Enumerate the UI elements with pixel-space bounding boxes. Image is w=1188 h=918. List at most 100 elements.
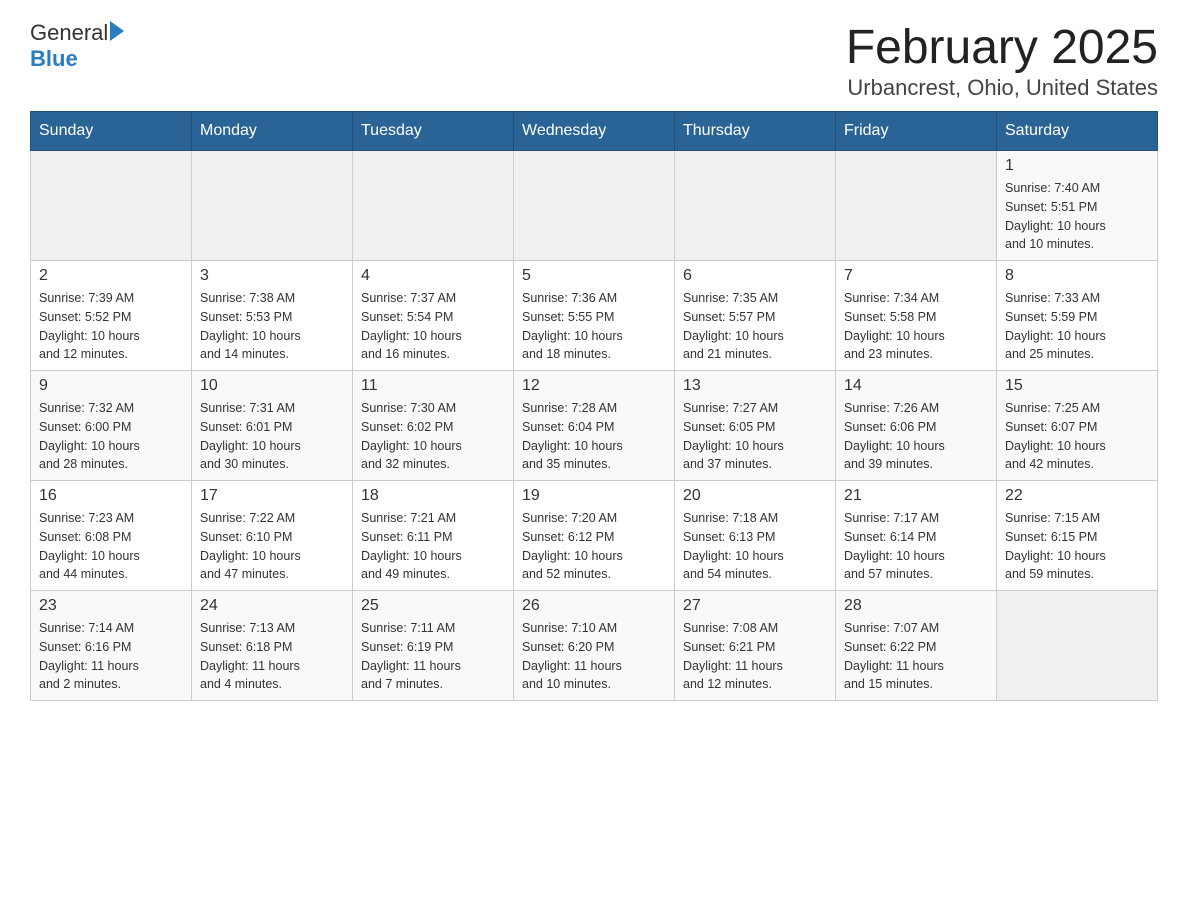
calendar-day-cell: 9 Sunrise: 7:32 AM Sunset: 6:00 PM Daylig… xyxy=(31,371,192,481)
day-number: 26 xyxy=(522,597,666,615)
title-block: February 2025 Urbancrest, Ohio, United S… xyxy=(846,20,1158,101)
calendar-day-cell: 20 Sunrise: 7:18 AM Sunset: 6:13 PM Dayli… xyxy=(675,481,836,591)
day-number: 8 xyxy=(1005,267,1149,285)
weekday-header-saturday: Saturday xyxy=(997,112,1158,151)
calendar-day-cell: 22Sunrise: 7:15 AM Sunset: 6:15 PM Dayli… xyxy=(997,481,1158,591)
day-number: 19 xyxy=(522,487,666,505)
calendar-day-cell: 6 Sunrise: 7:35 AM Sunset: 5:57 PM Daylig… xyxy=(675,261,836,371)
day-info: Sunrise: 7:23 AM Sunset: 6:08 PM Dayligh… xyxy=(39,509,183,584)
day-number: 25 xyxy=(361,597,505,615)
page-header: General Blue February 2025 Urbancrest, O… xyxy=(30,20,1158,101)
day-info: Sunrise: 7:25 AM Sunset: 6:07 PM Dayligh… xyxy=(1005,399,1149,474)
day-info: Sunrise: 7:10 AM Sunset: 6:20 PM Dayligh… xyxy=(522,619,666,694)
day-info: Sunrise: 7:13 AM Sunset: 6:18 PM Dayligh… xyxy=(200,619,344,694)
day-info: Sunrise: 7:15 AM Sunset: 6:15 PM Dayligh… xyxy=(1005,509,1149,584)
calendar-day-cell: 15 Sunrise: 7:25 AM Sunset: 6:07 PM Dayli… xyxy=(997,371,1158,481)
day-number: 28 xyxy=(844,597,988,615)
calendar-week-row: 23Sunrise: 7:14 AM Sunset: 6:16 PM Dayli… xyxy=(31,591,1158,701)
calendar-day-cell: 21 Sunrise: 7:17 AM Sunset: 6:14 PM Dayli… xyxy=(836,481,997,591)
day-number: 17 xyxy=(200,487,344,505)
calendar-week-row: 1 Sunrise: 7:40 AM Sunset: 5:51 PM Daylig… xyxy=(31,151,1158,261)
day-info: Sunrise: 7:31 AM Sunset: 6:01 PM Dayligh… xyxy=(200,399,344,474)
logo: General Blue xyxy=(30,20,124,72)
logo-blue-text: Blue xyxy=(30,46,78,72)
day-info: Sunrise: 7:35 AM Sunset: 5:57 PM Dayligh… xyxy=(683,289,827,364)
calendar-day-cell: 5 Sunrise: 7:36 AM Sunset: 5:55 PM Daylig… xyxy=(514,261,675,371)
day-info: Sunrise: 7:18 AM Sunset: 6:13 PM Dayligh… xyxy=(683,509,827,584)
day-number: 3 xyxy=(200,267,344,285)
day-info: Sunrise: 7:38 AM Sunset: 5:53 PM Dayligh… xyxy=(200,289,344,364)
weekday-header-sunday: Sunday xyxy=(31,112,192,151)
day-info: Sunrise: 7:39 AM Sunset: 5:52 PM Dayligh… xyxy=(39,289,183,364)
calendar-day-cell: 1 Sunrise: 7:40 AM Sunset: 5:51 PM Daylig… xyxy=(997,151,1158,261)
calendar-day-cell: 10 Sunrise: 7:31 AM Sunset: 6:01 PM Dayli… xyxy=(192,371,353,481)
day-info: Sunrise: 7:21 AM Sunset: 6:11 PM Dayligh… xyxy=(361,509,505,584)
day-info: Sunrise: 7:17 AM Sunset: 6:14 PM Dayligh… xyxy=(844,509,988,584)
day-info: Sunrise: 7:34 AM Sunset: 5:58 PM Dayligh… xyxy=(844,289,988,364)
weekday-header-wednesday: Wednesday xyxy=(514,112,675,151)
day-number: 4 xyxy=(361,267,505,285)
day-number: 5 xyxy=(522,267,666,285)
day-number: 21 xyxy=(844,487,988,505)
day-number: 20 xyxy=(683,487,827,505)
day-number: 16 xyxy=(39,487,183,505)
calendar-day-cell: 16 Sunrise: 7:23 AM Sunset: 6:08 PM Dayli… xyxy=(31,481,192,591)
calendar-day-cell: 11Sunrise: 7:30 AM Sunset: 6:02 PM Dayli… xyxy=(353,371,514,481)
weekday-header-tuesday: Tuesday xyxy=(353,112,514,151)
day-number: 10 xyxy=(200,377,344,395)
calendar-day-cell: 4 Sunrise: 7:37 AM Sunset: 5:54 PM Daylig… xyxy=(353,261,514,371)
day-number: 12 xyxy=(522,377,666,395)
day-number: 1 xyxy=(1005,157,1149,175)
logo-arrow-icon xyxy=(110,21,124,41)
calendar-day-cell: 24 Sunrise: 7:13 AM Sunset: 6:18 PM Dayli… xyxy=(192,591,353,701)
calendar-day-cell: 23Sunrise: 7:14 AM Sunset: 6:16 PM Dayli… xyxy=(31,591,192,701)
day-number: 6 xyxy=(683,267,827,285)
day-info: Sunrise: 7:22 AM Sunset: 6:10 PM Dayligh… xyxy=(200,509,344,584)
day-number: 9 xyxy=(39,377,183,395)
calendar-day-cell: 14 Sunrise: 7:26 AM Sunset: 6:06 PM Dayli… xyxy=(836,371,997,481)
day-number: 7 xyxy=(844,267,988,285)
day-info: Sunrise: 7:20 AM Sunset: 6:12 PM Dayligh… xyxy=(522,509,666,584)
day-info: Sunrise: 7:28 AM Sunset: 6:04 PM Dayligh… xyxy=(522,399,666,474)
day-number: 15 xyxy=(1005,377,1149,395)
day-info: Sunrise: 7:27 AM Sunset: 6:05 PM Dayligh… xyxy=(683,399,827,474)
logo-general-text: General xyxy=(30,20,108,46)
calendar-day-cell: 12 Sunrise: 7:28 AM Sunset: 6:04 PM Dayli… xyxy=(514,371,675,481)
day-info: Sunrise: 7:36 AM Sunset: 5:55 PM Dayligh… xyxy=(522,289,666,364)
calendar-day-cell: 3 Sunrise: 7:38 AM Sunset: 5:53 PM Daylig… xyxy=(192,261,353,371)
calendar-day-cell: 27 Sunrise: 7:08 AM Sunset: 6:21 PM Dayli… xyxy=(675,591,836,701)
calendar-empty-cell xyxy=(31,151,192,261)
day-number: 2 xyxy=(39,267,183,285)
day-number: 13 xyxy=(683,377,827,395)
day-info: Sunrise: 7:07 AM Sunset: 6:22 PM Dayligh… xyxy=(844,619,988,694)
day-number: 14 xyxy=(844,377,988,395)
calendar-day-cell: 25Sunrise: 7:11 AM Sunset: 6:19 PM Dayli… xyxy=(353,591,514,701)
calendar-empty-cell xyxy=(192,151,353,261)
calendar-day-cell: 18Sunrise: 7:21 AM Sunset: 6:11 PM Dayli… xyxy=(353,481,514,591)
calendar-day-cell: 26 Sunrise: 7:10 AM Sunset: 6:20 PM Dayli… xyxy=(514,591,675,701)
calendar-day-cell: 17 Sunrise: 7:22 AM Sunset: 6:10 PM Dayli… xyxy=(192,481,353,591)
day-info: Sunrise: 7:14 AM Sunset: 6:16 PM Dayligh… xyxy=(39,619,183,694)
day-info: Sunrise: 7:32 AM Sunset: 6:00 PM Dayligh… xyxy=(39,399,183,474)
calendar-day-cell: 28 Sunrise: 7:07 AM Sunset: 6:22 PM Dayli… xyxy=(836,591,997,701)
calendar-week-row: 2 Sunrise: 7:39 AM Sunset: 5:52 PM Daylig… xyxy=(31,261,1158,371)
day-number: 27 xyxy=(683,597,827,615)
weekday-header-monday: Monday xyxy=(192,112,353,151)
calendar-day-cell: 7 Sunrise: 7:34 AM Sunset: 5:58 PM Daylig… xyxy=(836,261,997,371)
calendar-week-row: 16 Sunrise: 7:23 AM Sunset: 6:08 PM Dayli… xyxy=(31,481,1158,591)
day-number: 24 xyxy=(200,597,344,615)
calendar-empty-cell xyxy=(836,151,997,261)
calendar-subtitle: Urbancrest, Ohio, United States xyxy=(846,75,1158,101)
calendar-day-cell: 19 Sunrise: 7:20 AM Sunset: 6:12 PM Dayli… xyxy=(514,481,675,591)
calendar-day-cell: 13 Sunrise: 7:27 AM Sunset: 6:05 PM Dayli… xyxy=(675,371,836,481)
calendar-empty-cell xyxy=(997,591,1158,701)
day-info: Sunrise: 7:37 AM Sunset: 5:54 PM Dayligh… xyxy=(361,289,505,364)
day-info: Sunrise: 7:30 AM Sunset: 6:02 PM Dayligh… xyxy=(361,399,505,474)
calendar-week-row: 9 Sunrise: 7:32 AM Sunset: 6:00 PM Daylig… xyxy=(31,371,1158,481)
calendar-empty-cell xyxy=(675,151,836,261)
calendar-title: February 2025 xyxy=(846,20,1158,75)
day-info: Sunrise: 7:26 AM Sunset: 6:06 PM Dayligh… xyxy=(844,399,988,474)
calendar-empty-cell xyxy=(514,151,675,261)
day-info: Sunrise: 7:08 AM Sunset: 6:21 PM Dayligh… xyxy=(683,619,827,694)
day-info: Sunrise: 7:40 AM Sunset: 5:51 PM Dayligh… xyxy=(1005,179,1149,254)
